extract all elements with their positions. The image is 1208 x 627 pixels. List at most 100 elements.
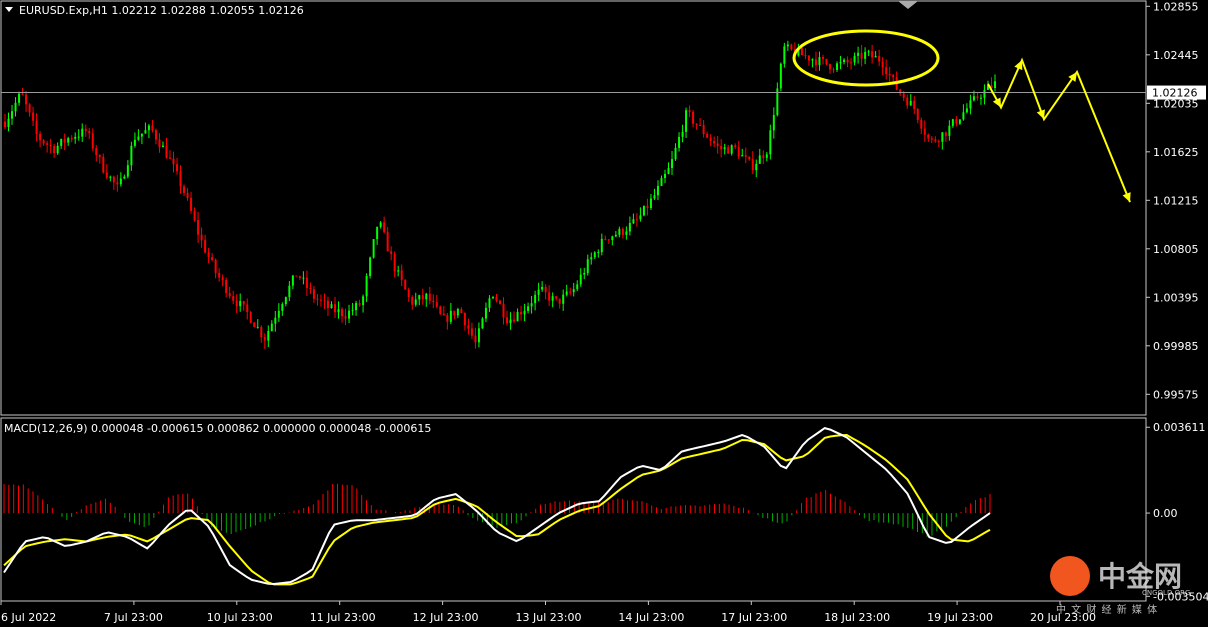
candle-body <box>442 313 445 316</box>
candle-body <box>418 295 421 300</box>
candle-body <box>456 309 459 316</box>
candle-body <box>39 133 42 141</box>
candle-body <box>151 125 154 131</box>
candle-body <box>53 146 56 154</box>
candle-body <box>685 110 688 132</box>
time-tick-label: 13 Jul 23:00 <box>516 611 582 624</box>
candle-body <box>783 46 786 64</box>
candle-body <box>32 112 35 121</box>
watermark-domain: CNGOLD.ORG <box>1142 589 1191 597</box>
candle-body <box>920 119 923 129</box>
candle-body <box>404 279 407 290</box>
candle-body <box>885 67 888 75</box>
time-tick-label: 6 Jul 2022 <box>1 611 56 624</box>
candle-body <box>63 139 66 143</box>
candle-body <box>355 303 358 311</box>
candle-body <box>892 74 895 78</box>
candle-body <box>260 326 263 338</box>
candle-body <box>179 171 182 187</box>
candle-body <box>713 140 716 144</box>
candle-body <box>446 315 449 322</box>
candle-body <box>295 275 298 277</box>
candle-body <box>393 254 396 272</box>
candle-body <box>291 275 294 286</box>
candle-body <box>147 125 150 131</box>
candle-body <box>140 133 143 137</box>
candle-body <box>312 289 315 299</box>
candle-body <box>769 130 772 155</box>
candle-body <box>902 93 905 98</box>
candle-body <box>513 319 516 322</box>
candle-body <box>246 304 249 313</box>
candle-body <box>46 143 49 145</box>
time-tick-label: 19 Jul 23:00 <box>927 611 993 624</box>
candle-body <box>530 303 533 307</box>
candle-body <box>944 132 947 136</box>
candle-body <box>407 289 410 298</box>
candle-body <box>499 300 501 305</box>
candle-body <box>372 239 375 258</box>
candle-body <box>435 302 438 307</box>
candle-body <box>379 222 382 227</box>
candle-body <box>232 296 235 301</box>
candle-body <box>256 326 259 328</box>
candle-body <box>369 257 372 277</box>
candle-body <box>607 239 610 241</box>
candle-body <box>709 137 712 141</box>
candle-body <box>913 100 916 109</box>
candle-body <box>593 252 596 258</box>
time-tick-label: 12 Jul 23:00 <box>413 611 479 624</box>
candle-body <box>762 155 765 158</box>
candle-body <box>334 304 336 313</box>
candles-group <box>4 40 996 349</box>
candle-body <box>741 155 744 157</box>
candle-body <box>888 74 891 76</box>
candle-body <box>765 154 768 158</box>
candle-body <box>755 163 758 171</box>
candle-body <box>955 119 958 124</box>
candle-body <box>871 51 874 58</box>
candle-body <box>576 284 579 290</box>
candle-body <box>421 295 424 300</box>
candle-body <box>600 238 603 253</box>
watermark-tagline: 中 文 财 经 新 媒 体 <box>1056 605 1159 616</box>
candle-body <box>972 96 975 101</box>
candle-body <box>284 297 287 305</box>
macd-histogram-group <box>3 483 991 537</box>
candle-body <box>449 310 452 322</box>
candle-body <box>611 236 614 241</box>
candle-body <box>604 238 607 240</box>
candle-body <box>165 145 168 158</box>
candle-body <box>948 125 951 136</box>
candle-body <box>586 259 589 273</box>
candle-body <box>930 138 933 140</box>
candle-body <box>207 252 210 257</box>
candle-body <box>635 219 638 221</box>
candle-body <box>383 222 386 233</box>
chart-canvas[interactable]: 1.028551.024451.020351.016251.012151.008… <box>0 0 1208 627</box>
candle-body <box>558 298 561 304</box>
candle-body <box>699 124 702 126</box>
candle-body <box>21 93 24 95</box>
candle-body <box>565 291 568 295</box>
candle-body <box>621 228 624 235</box>
candle-body <box>249 312 252 323</box>
candle-body <box>60 139 63 146</box>
macd-header: MACD(12,26,9) 0.000048 -0.000615 0.00086… <box>4 422 432 435</box>
price-tick-label: 1.01215 <box>1153 194 1199 207</box>
candle-body <box>811 59 814 61</box>
candle-body <box>326 300 329 309</box>
candle-body <box>976 96 979 99</box>
candle-body <box>288 285 291 298</box>
candle-body <box>800 48 803 56</box>
candle-body <box>218 272 221 278</box>
candle-body <box>825 58 828 65</box>
candle-body <box>723 147 726 150</box>
candle-body <box>541 286 544 290</box>
candle-body <box>221 277 224 281</box>
candle-body <box>18 93 21 103</box>
candle-body <box>804 55 807 57</box>
candle-body <box>77 136 80 138</box>
candle-body <box>730 145 733 154</box>
candle-body <box>84 128 87 132</box>
